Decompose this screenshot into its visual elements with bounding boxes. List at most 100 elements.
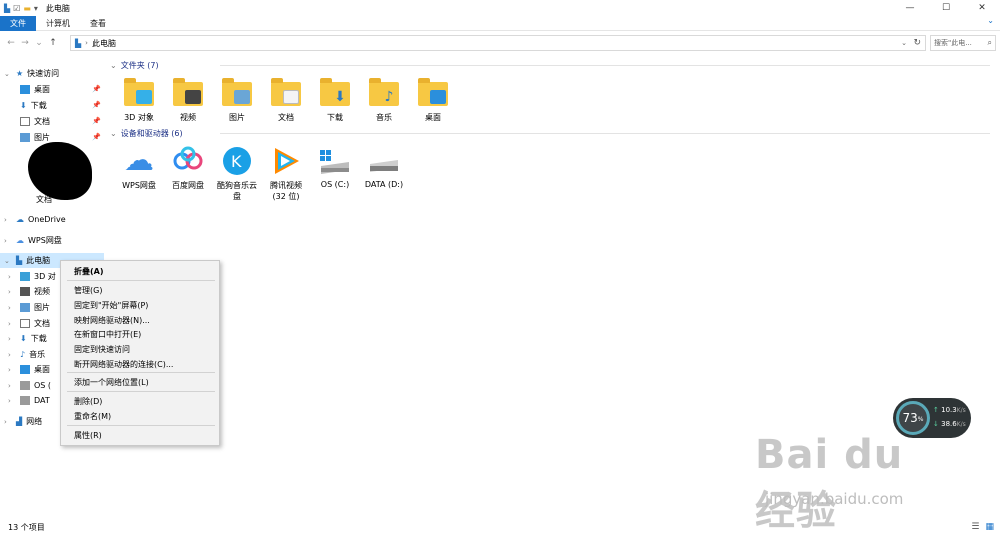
quick-access-toolbar: ▙ ☑ ▬ ▾ [0, 4, 38, 13]
folder-tile-music[interactable]: ♪ 音乐 [361, 76, 407, 123]
folder-tile-downloads[interactable]: ⬇ 下载 [312, 76, 358, 123]
collapsed-arrow-icon[interactable]: › [8, 335, 16, 343]
properties-check-icon[interactable]: ☑ [13, 4, 20, 13]
close-button[interactable]: ✕ [964, 0, 1000, 16]
folder-tile-desktop[interactable]: 桌面 [410, 76, 456, 123]
tab-view[interactable]: 查看 [80, 16, 116, 31]
sidebar-item-os-drive[interactable]: › OS ( [8, 378, 51, 393]
sidebar-item-pc-desktop[interactable]: › 桌面 [8, 362, 50, 377]
sidebar-item-pc-documents[interactable]: › 文档 [8, 316, 50, 331]
pc-icon: ▙ [16, 256, 23, 265]
context-menu: 折叠(A) 管理(G) 固定到"开始"屏幕(P) 映射网络驱动器(N)... 在… [60, 260, 220, 446]
collapsed-arrow-icon[interactable]: › [8, 351, 16, 359]
sidebar-item-documents[interactable]: 文档 [20, 114, 50, 129]
device-tile-kugou[interactable]: K 酷狗音乐云盘 [214, 144, 260, 202]
collapsed-arrow-icon[interactable]: › [4, 216, 12, 224]
recent-locations-button[interactable]: ⌄ [32, 38, 46, 48]
picture-icon [20, 303, 30, 312]
usage-unit: % [917, 416, 924, 423]
navigation-bar: ← → ⌄ ↑ ▙ › 此电脑 ⌄ ↻ 搜索"此电... ⌕ [0, 33, 1000, 53]
folder-tile-videos[interactable]: 视频 [165, 76, 211, 123]
folder-download-icon: ⬇ [318, 76, 352, 110]
device-tile-baidu[interactable]: 百度网盘 [165, 144, 211, 191]
sidebar-item-music[interactable]: › ♪ 音乐 [8, 347, 45, 362]
tile-label: 视频 [180, 113, 196, 122]
collapsed-arrow-icon[interactable]: › [4, 418, 12, 426]
ribbon-expand-icon[interactable]: ⌄ [987, 16, 994, 25]
refresh-button[interactable]: ↻ [913, 38, 921, 48]
device-tile-wps[interactable]: ☁ WPS网盘 [116, 144, 162, 191]
device-tile-os-drive[interactable]: OS (C:) [312, 144, 358, 189]
collapsed-arrow-icon[interactable]: › [4, 237, 12, 245]
menu-item-map-drive[interactable]: 映射网络驱动器(N)... [74, 315, 150, 326]
folder-music-icon: ♪ [367, 76, 401, 110]
collapsed-arrow-icon[interactable]: › [8, 288, 16, 296]
pc-icon: ▙ [75, 38, 82, 48]
sidebar-item-3d[interactable]: › 3D 对 [8, 269, 56, 284]
menu-item-pin-quick-access[interactable]: 固定到快速访问 [74, 344, 130, 355]
sidebar-item-label: 音乐 [29, 350, 46, 359]
collapsed-arrow-icon[interactable]: › [8, 304, 16, 312]
address-path[interactable]: 此电脑 [92, 38, 116, 49]
folder-tile-3d-objects[interactable]: 3D 对象 [116, 76, 162, 123]
expanded-arrow-icon[interactable]: ⌄ [4, 257, 12, 265]
tab-file[interactable]: 文件 [0, 15, 36, 31]
back-button[interactable]: ← [4, 38, 18, 48]
devices-group-header[interactable]: ⌄ 设备和驱动器 (6) [110, 128, 990, 139]
address-dropdown-icon[interactable]: ⌄ [901, 39, 907, 47]
large-icons-view-icon[interactable]: ▦ [985, 522, 994, 532]
sidebar-item-label: 3D 对 [34, 272, 56, 281]
folders-group-header[interactable]: ⌄ 文件夹 (7) [110, 60, 990, 71]
menu-item-collapse[interactable]: 折叠(A) [74, 266, 104, 277]
sidebar-item-label: 此电脑 [26, 256, 51, 265]
menu-item-open-new-window[interactable]: 在新窗口中打开(E) [74, 329, 141, 340]
device-tile-data-drive[interactable]: DATA (D:) [361, 144, 407, 189]
address-chevron-icon[interactable]: › [85, 39, 88, 47]
device-tile-tencent-video[interactable]: 腾讯视频 (32 位) [263, 144, 309, 202]
pin-icon: 📌 [92, 85, 101, 93]
group-collapse-icon[interactable]: ⌄ [110, 61, 117, 70]
maximize-button[interactable]: ☐ [928, 0, 964, 16]
menu-item-rename[interactable]: 重命名(M) [74, 411, 111, 422]
sidebar-item-pc-downloads[interactable]: › ⬇ 下载 [8, 331, 47, 346]
expanded-arrow-icon[interactable]: ⌄ [4, 70, 12, 78]
collapsed-arrow-icon[interactable]: › [8, 320, 16, 328]
sidebar-item-quick-access[interactable]: ⌄ ★ 快速访问 [4, 66, 59, 81]
details-view-icon[interactable]: ☰ [971, 522, 979, 532]
sidebar-item-label: OS ( [34, 381, 52, 390]
address-bar[interactable]: ▙ › 此电脑 ⌄ ↻ [70, 35, 926, 51]
sidebar-item-wps[interactable]: › ☁ WPS网盘 [4, 233, 62, 248]
search-input[interactable]: 搜索"此电... ⌕ [930, 35, 996, 51]
menu-item-add-network-location[interactable]: 添加一个网络位置(L) [74, 377, 149, 388]
sidebar-item-downloads[interactable]: ⬇ 下载 [20, 98, 47, 113]
collapsed-arrow-icon[interactable]: › [8, 273, 16, 281]
collapsed-arrow-icon[interactable]: › [8, 397, 16, 405]
menu-item-manage[interactable]: 管理(G) [74, 285, 102, 296]
forward-button[interactable]: → [18, 38, 32, 48]
collapsed-arrow-icon[interactable]: › [8, 382, 16, 390]
sidebar-item-pc-pictures[interactable]: › 图片 [8, 300, 50, 315]
sidebar-item-data-drive[interactable]: › DAT [8, 393, 50, 408]
new-folder-icon[interactable]: ▬ [23, 4, 31, 13]
group-divider [220, 65, 990, 66]
sidebar-item-desktop[interactable]: 桌面 [20, 82, 50, 97]
menu-item-pin-start[interactable]: 固定到"开始"屏幕(P) [74, 300, 148, 311]
group-title: 文件夹 (7) [120, 61, 159, 70]
baidu-watermark: Bai du 经验 jingyan.baidu.com [755, 432, 945, 534]
customize-toolbar-icon[interactable]: ▾ [34, 4, 38, 13]
up-button[interactable]: ↑ [46, 38, 60, 48]
tab-computer[interactable]: 计算机 [36, 16, 80, 31]
menu-item-properties[interactable]: 属性(R) [74, 430, 102, 441]
usage-percent: 73 [902, 411, 918, 425]
collapsed-arrow-icon[interactable]: › [8, 366, 16, 374]
menu-item-delete[interactable]: 删除(D) [74, 396, 102, 407]
menu-item-disconnect-drive[interactable]: 断开网络驱动器的连接(C)... [74, 359, 173, 370]
minimize-button[interactable]: — [892, 0, 928, 16]
folder-tile-pictures[interactable]: 图片 [214, 76, 260, 123]
folder-tile-documents[interactable]: 文档 [263, 76, 309, 123]
sidebar-item-network[interactable]: › ▟ 网络 [4, 414, 42, 429]
sidebar-item-onedrive[interactable]: › ☁ OneDrive [4, 212, 66, 227]
sidebar-item-videos[interactable]: › 视频 [8, 284, 50, 299]
windows-drive-icon [318, 144, 352, 178]
group-collapse-icon[interactable]: ⌄ [110, 129, 117, 138]
